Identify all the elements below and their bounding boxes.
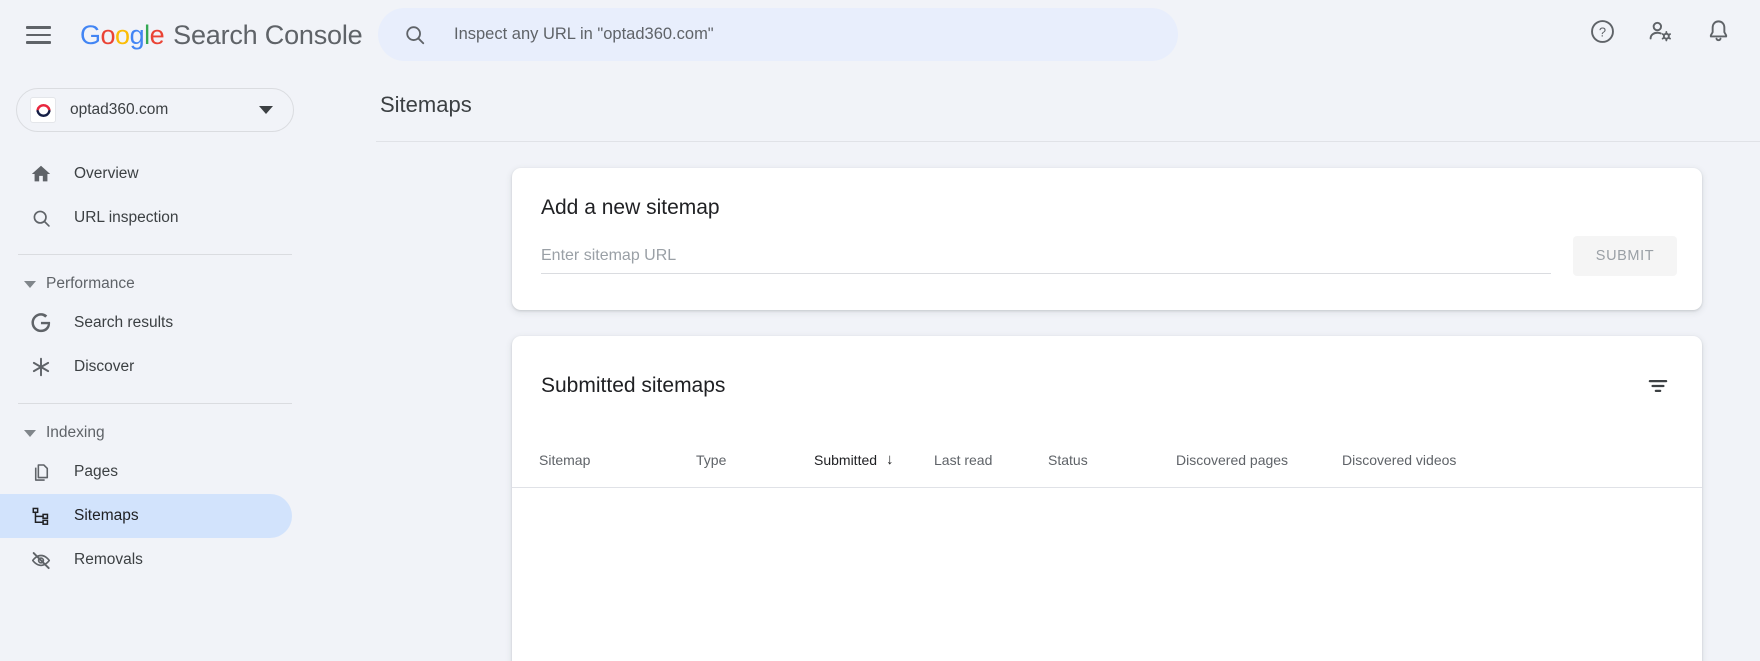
- sitemaps-table-body: [512, 488, 1702, 661]
- app-name-suffix: Search Console: [173, 19, 363, 50]
- filter-list-icon[interactable]: [1638, 366, 1678, 406]
- home-icon: [29, 162, 53, 186]
- column-header-sitemap[interactable]: Sitemap: [539, 452, 696, 468]
- google-letter-g2: g: [129, 19, 145, 50]
- page-title: Sitemaps: [380, 92, 472, 117]
- url-inspection-search-bar[interactable]: Inspect any URL in "optad360.com": [378, 8, 1178, 61]
- google-letter-g: G: [80, 19, 101, 50]
- sidebar-item-removals[interactable]: Removals: [0, 538, 292, 582]
- sidebar-item-label: Search results: [74, 314, 174, 331]
- hamburger-bar: [25, 33, 51, 37]
- search-icon: [29, 206, 53, 230]
- pages-copy-icon: [29, 460, 53, 484]
- google-letter-e: e: [149, 19, 165, 50]
- sidebar-item-label: URL inspection: [74, 209, 179, 226]
- sidebar-item-url-inspection[interactable]: URL inspection: [0, 196, 292, 240]
- column-header-last-read[interactable]: Last read: [934, 452, 1048, 468]
- optad360-favicon: [30, 97, 56, 123]
- sitemaps-tree-icon: [29, 504, 53, 528]
- help-icon[interactable]: ?: [1580, 9, 1624, 53]
- add-sitemap-card: Add a new sitemap SUBMIT: [512, 168, 1702, 310]
- add-sitemap-row: SUBMIT: [512, 236, 1702, 276]
- search-placeholder: Inspect any URL in "optad360.com": [454, 25, 714, 43]
- sitemaps-table-header: Sitemap Type Submitted ↓ Last read Statu…: [512, 432, 1702, 488]
- submitted-sitemaps-card: Submitted sitemaps Sitemap Type Submitte…: [512, 336, 1702, 661]
- manage-users-icon[interactable]: [1638, 9, 1682, 53]
- eye-off-icon: [29, 548, 53, 572]
- column-header-discovered-pages[interactable]: Discovered pages: [1176, 452, 1342, 468]
- hamburger-bar: [25, 41, 51, 44]
- sidebar-item-pages[interactable]: Pages: [0, 450, 292, 494]
- hamburger-bar: [25, 26, 51, 29]
- discover-asterisk-icon: [29, 355, 53, 379]
- top-app-bar: Google Search Console Inspect any URL in…: [0, 0, 1760, 70]
- google-g-icon: [29, 311, 53, 335]
- svg-text:?: ?: [1598, 24, 1605, 39]
- sidebar-divider: [18, 403, 292, 404]
- submitted-sitemaps-header: Submitted sitemaps: [512, 336, 1702, 406]
- sidebar-item-discover[interactable]: Discover: [0, 345, 292, 389]
- sidebar-item-label: Pages: [74, 463, 118, 480]
- main-content: Sitemaps Add a new sitemap SUBMIT Submit…: [330, 70, 1760, 661]
- sidebar-item-search-results[interactable]: Search results: [0, 301, 292, 345]
- sidebar-divider: [18, 254, 292, 255]
- top-bar-icon-group: ?: [1580, 9, 1740, 53]
- column-header-type[interactable]: Type: [696, 452, 814, 468]
- chevron-down-icon: [24, 429, 36, 437]
- column-header-submitted[interactable]: Submitted ↓: [814, 451, 934, 468]
- sidebar-item-label: Discover: [74, 358, 135, 375]
- title-divider: [376, 141, 1760, 142]
- google-wordmark: Google: [80, 19, 165, 51]
- sidebar-item-sitemaps[interactable]: Sitemaps: [0, 494, 292, 538]
- sidebar-group-indexing[interactable]: Indexing: [0, 416, 330, 450]
- chevron-down-icon: [259, 106, 273, 114]
- google-letter-o2: o: [115, 19, 130, 50]
- add-sitemap-title: Add a new sitemap: [541, 196, 720, 219]
- submitted-sitemaps-title: Submitted sitemaps: [541, 374, 726, 397]
- sidebar-group-label: Performance: [46, 275, 135, 292]
- chevron-down-icon: [24, 280, 36, 288]
- sidebar-navigation: optad360.com Overview URL inspection Per…: [0, 70, 330, 661]
- column-header-discovered-videos[interactable]: Discovered videos: [1342, 452, 1522, 468]
- property-name: optad360.com: [70, 101, 169, 118]
- sort-descending-arrow-icon: ↓: [886, 451, 894, 468]
- app-brand[interactable]: Google Search Console: [80, 19, 363, 51]
- sidebar-group-performance[interactable]: Performance: [0, 267, 330, 301]
- sitemap-url-input[interactable]: [541, 238, 1551, 274]
- sidebar-item-label: Removals: [74, 551, 143, 568]
- search-icon: [406, 25, 425, 44]
- sidebar-item-label: Sitemaps: [74, 507, 139, 524]
- submit-button[interactable]: SUBMIT: [1573, 236, 1677, 276]
- column-header-submitted-label: Submitted: [814, 451, 878, 468]
- notifications-bell-icon[interactable]: [1696, 9, 1740, 53]
- column-header-status[interactable]: Status: [1048, 452, 1176, 468]
- sidebar-item-overview[interactable]: Overview: [0, 152, 292, 196]
- sidebar-item-label: Overview: [74, 165, 139, 182]
- hamburger-menu-icon[interactable]: [16, 13, 60, 57]
- property-selector[interactable]: optad360.com: [16, 88, 294, 132]
- google-letter-o1: o: [100, 19, 116, 50]
- sidebar-group-label: Indexing: [46, 424, 105, 441]
- sidebar-nav-list: Overview URL inspection Performance Sear…: [0, 152, 330, 582]
